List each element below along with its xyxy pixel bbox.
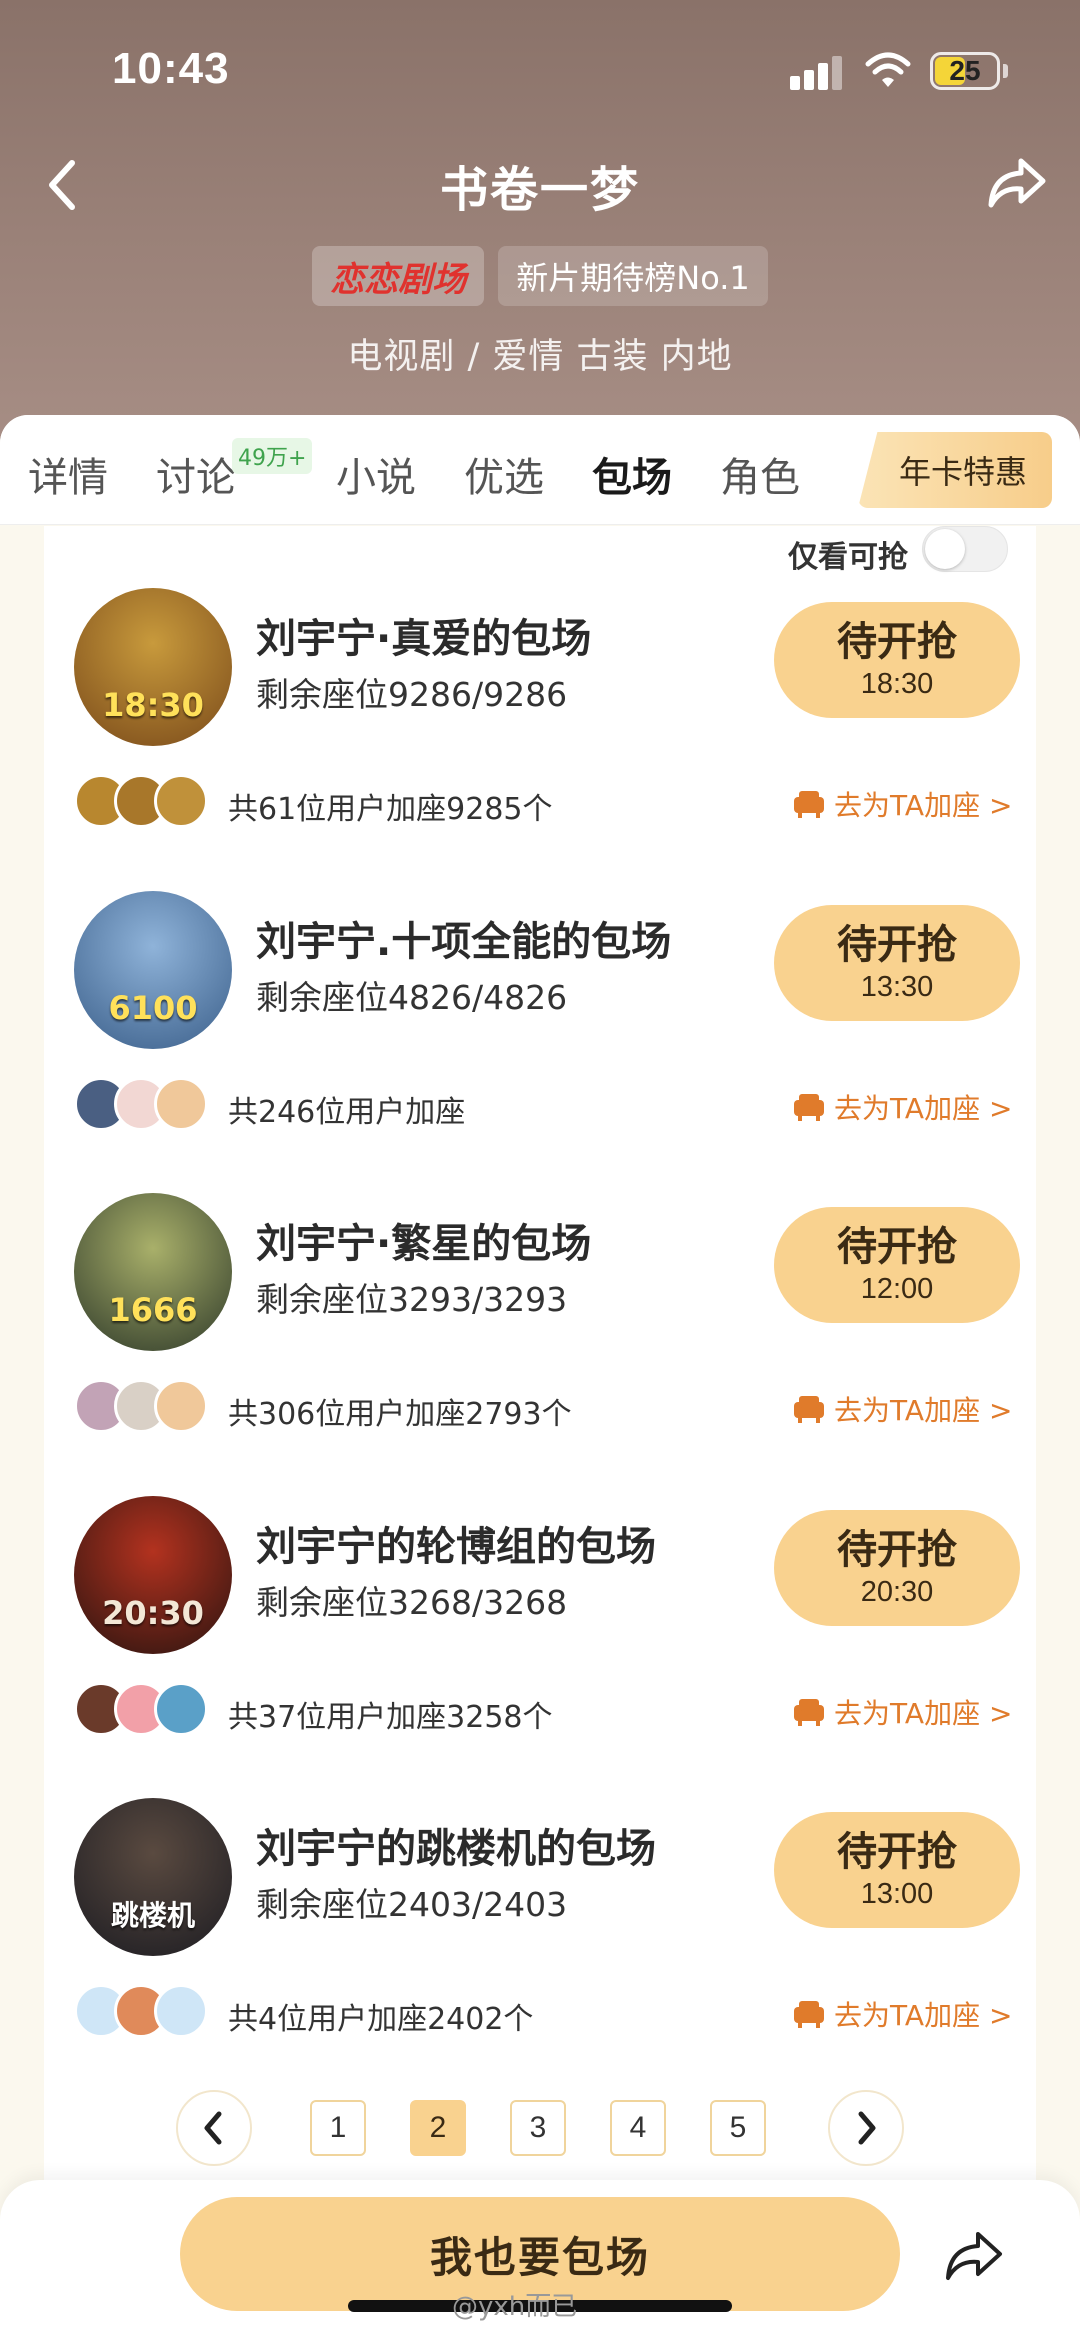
users-count: 共4位用户加座2402个 xyxy=(228,2002,534,2037)
avatar xyxy=(154,1077,208,1131)
seat-icon xyxy=(794,1094,824,1121)
battery-icon: 25 xyxy=(930,52,1000,90)
page-title: 书卷一梦 xyxy=(439,162,640,218)
item-poster: 18:30 xyxy=(74,588,232,746)
seat-icon xyxy=(794,1396,824,1423)
add-seat-link[interactable]: 去为TA加座 > xyxy=(792,1994,1012,2034)
share-icon[interactable] xyxy=(940,2228,1006,2284)
item-seats: 剩余座位3293/3293 xyxy=(256,1280,568,1319)
genre-text: 电视剧 / 爱情 古装 内地 xyxy=(347,337,733,377)
grab-button[interactable]: 待开抢 13:00 xyxy=(774,1812,1020,1928)
users-count: 共61位用户加座9285个 xyxy=(228,792,553,827)
users-count: 共306位用户加座2793个 xyxy=(228,1397,572,1432)
only-available-toggle[interactable] xyxy=(922,526,1008,572)
user-avatars xyxy=(74,1379,214,1437)
item-seats: 剩余座位2403/2403 xyxy=(256,1885,568,1924)
prev-page-button[interactable] xyxy=(176,2090,252,2166)
grab-button[interactable]: 待开抢 20:30 xyxy=(774,1510,1020,1626)
only-available-label: 仅看可抢 xyxy=(788,540,908,575)
page-1[interactable]: 1 xyxy=(310,2100,366,2156)
item-title: 刘宇宁的轮博组的包场 xyxy=(256,1524,656,1570)
avatar xyxy=(154,1379,208,1433)
item-poster: 跳楼机 xyxy=(74,1798,232,1956)
status-bar: 10:43 25 xyxy=(0,0,1080,140)
avatar xyxy=(154,1984,208,2038)
seat-icon xyxy=(794,791,824,818)
item-poster: 1666 xyxy=(74,1193,232,1351)
item-title: 刘宇宁·繁星的包场 xyxy=(256,1221,592,1267)
chevron-left-icon xyxy=(204,2111,222,2145)
platform-badge: 恋恋剧场 xyxy=(312,246,485,306)
battery-level: 25 xyxy=(949,55,981,86)
item-seats: 剩余座位9286/9286 xyxy=(256,675,568,714)
add-seat-link[interactable]: 去为TA加座 > xyxy=(792,1692,1012,1732)
user-avatars xyxy=(74,1984,214,2042)
item-title: 刘宇宁.十项全能的包场 xyxy=(256,919,672,965)
item-seats: 剩余座位4826/4826 xyxy=(256,978,568,1017)
list-item[interactable]: 20:30 刘宇宁的轮博组的包场 剩余座位3268/3268 待开抢 20:30… xyxy=(44,1496,1036,1798)
user-avatars xyxy=(74,1077,214,1135)
user-avatars xyxy=(74,774,214,832)
grab-button[interactable]: 待开抢 12:00 xyxy=(774,1207,1020,1323)
discussion-count-badge: 49万+ xyxy=(232,438,313,474)
header-badges: 恋恋剧场 新片期待榜No.1 xyxy=(0,246,1080,306)
tab-discussion[interactable]: 讨论 xyxy=(156,445,236,503)
add-seat-link[interactable]: 去为TA加座 > xyxy=(792,784,1012,824)
grab-button[interactable]: 待开抢 18:30 xyxy=(774,602,1020,718)
item-poster: 20:30 xyxy=(74,1496,232,1654)
tab-details[interactable]: 详情 xyxy=(28,445,108,503)
item-title: 刘宇宁·真爱的包场 xyxy=(256,616,592,662)
item-title: 刘宇宁的跳楼机的包场 xyxy=(256,1826,656,1872)
signal-icon xyxy=(790,54,844,90)
users-count: 共246位用户加座 xyxy=(228,1095,466,1130)
tab-novel[interactable]: 小说 xyxy=(336,445,416,503)
annual-card-button[interactable]: 年卡特惠 xyxy=(858,432,1052,508)
item-seats: 剩余座位3268/3268 xyxy=(256,1583,568,1622)
seat-icon xyxy=(794,2001,824,2028)
chevron-right-icon xyxy=(858,2111,876,2145)
item-poster: 6100 xyxy=(74,891,232,1049)
avatar xyxy=(154,774,208,828)
status-time: 10:43 xyxy=(112,44,230,93)
add-seat-link[interactable]: 去为TA加座 > xyxy=(792,1087,1012,1127)
watermark: @yxh而已 xyxy=(452,2292,578,2322)
avatar xyxy=(154,1682,208,1736)
list-item[interactable]: 18:30 刘宇宁·真爱的包场 剩余座位9286/9286 待开抢 18:30 … xyxy=(44,588,1036,890)
list-item[interactable]: 1666 刘宇宁·繁星的包场 剩余座位3293/3293 待开抢 12:00 共… xyxy=(44,1193,1036,1495)
rank-badge[interactable]: 新片期待榜No.1 xyxy=(498,246,768,306)
tab-group-booking[interactable]: 包场 xyxy=(592,445,672,503)
next-page-button[interactable] xyxy=(828,2090,904,2166)
page-3[interactable]: 3 xyxy=(510,2100,566,2156)
wifi-icon xyxy=(865,52,911,87)
list-item[interactable]: 6100 刘宇宁.十项全能的包场 剩余座位4826/4826 待开抢 13:30… xyxy=(44,891,1036,1193)
seat-icon xyxy=(794,1699,824,1726)
tab-characters[interactable]: 角色 xyxy=(720,445,800,503)
tab-picks[interactable]: 优选 xyxy=(464,445,544,503)
add-seat-link[interactable]: 去为TA加座 > xyxy=(792,1389,1012,1429)
list-item[interactable]: 跳楼机 刘宇宁的跳楼机的包场 剩余座位2403/2403 待开抢 13:00 共… xyxy=(44,1798,1036,2100)
pagination: 1 2 3 4 5 xyxy=(0,2090,1080,2170)
page-4[interactable]: 4 xyxy=(610,2100,666,2156)
user-avatars xyxy=(74,1682,214,1740)
grab-button[interactable]: 待开抢 13:30 xyxy=(774,905,1020,1021)
page-2[interactable]: 2 xyxy=(410,2100,466,2156)
page-5[interactable]: 5 xyxy=(710,2100,766,2156)
share-icon[interactable] xyxy=(985,155,1047,211)
users-count: 共37位用户加座3258个 xyxy=(228,1700,553,1735)
